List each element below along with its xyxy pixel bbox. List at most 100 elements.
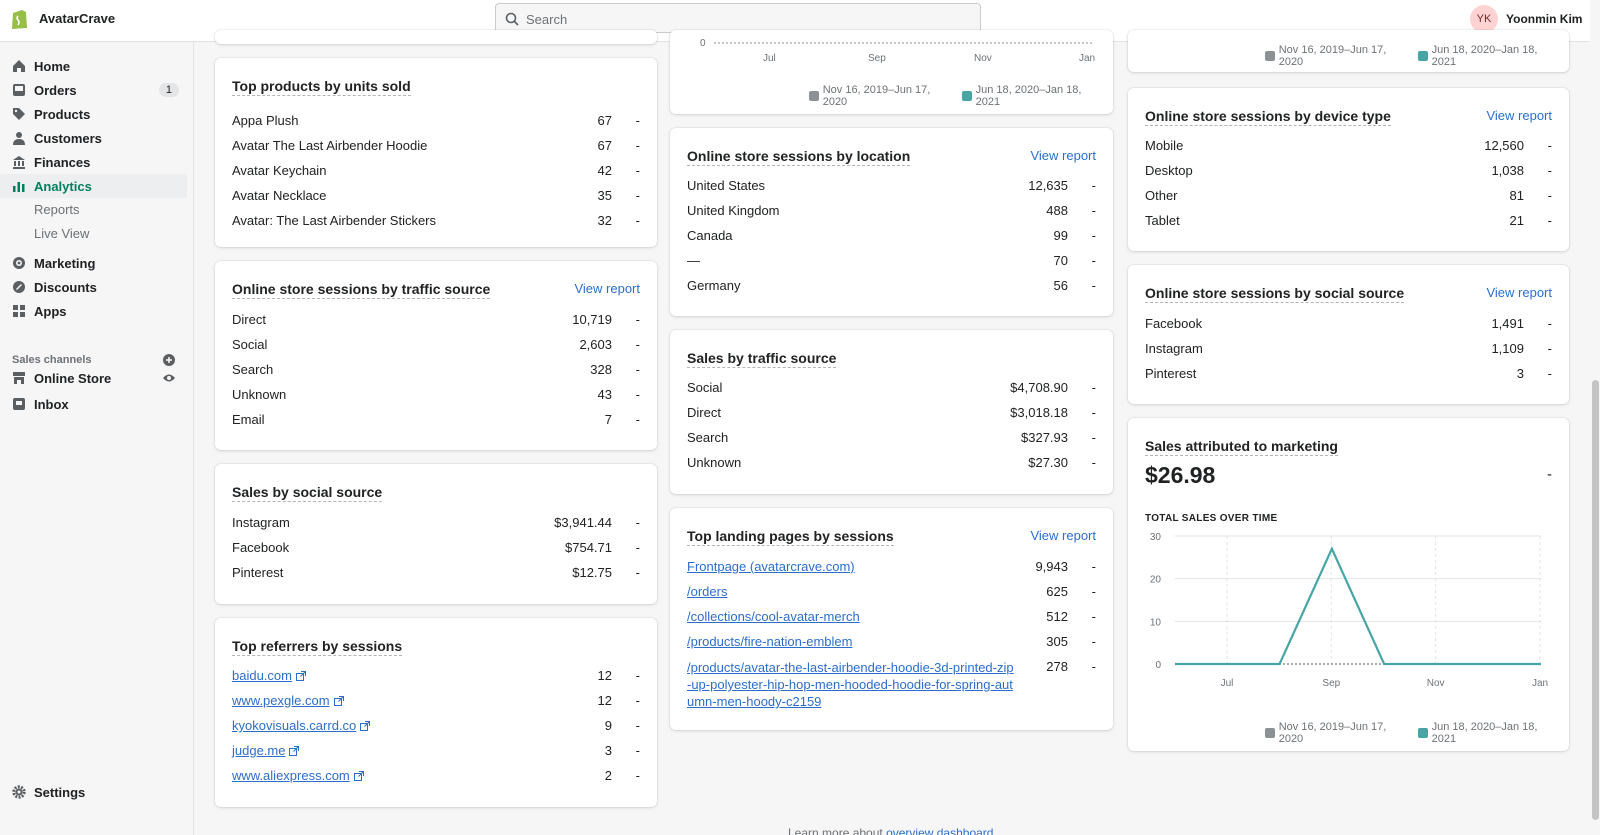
sidebar-item-customers[interactable]: Customers [0,126,187,150]
sidebar-item-analytics[interactable]: Analytics [0,174,187,198]
list-item[interactable]: /orders 625 - [687,584,1096,604]
view-report-link[interactable]: View report [574,281,640,296]
scrollbar[interactable] [1592,380,1599,820]
add-channel-icon[interactable] [163,354,175,366]
row-label-text[interactable]: www.pexgle.com [232,693,330,708]
row-link[interactable]: www.aliexpress.com [232,768,364,783]
external-link-icon[interactable] [289,746,300,756]
row-label: Mobile [1145,138,1183,153]
store-name[interactable]: AvatarCrave [39,11,115,26]
row-change: - [635,693,640,708]
row-change: - [1091,584,1096,599]
row-label-text[interactable]: baidu.com [232,668,292,683]
row-label-text: Other [1145,188,1178,203]
sidebar-item-live-view[interactable]: Live View [34,226,89,241]
row-link[interactable]: www.pexgle.com [232,693,344,708]
list-item[interactable]: www.aliexpress.com 2 - [232,768,640,788]
sidebar-item-products[interactable]: Products [0,102,187,126]
row-value: 278 [1046,659,1068,674]
eye-icon[interactable] [162,373,176,383]
row-value: $12.75 [572,565,612,580]
user-menu[interactable]: YK Yoonmin Kim [1470,5,1582,33]
row-label-text: Germany [687,278,741,293]
external-link-icon[interactable] [353,771,364,781]
view-report-link[interactable]: View report [1486,285,1552,300]
row-change: - [635,163,640,178]
list-item[interactable]: /collections/cool-avatar-merch 512 - [687,609,1096,629]
row-link[interactable]: kyokovisuals.carrd.co [232,718,371,733]
row-link[interactable]: /orders [687,584,727,599]
row-value: 2,603 [579,337,612,352]
sidebar-item-home[interactable]: Home [0,54,187,78]
row-label: United States [687,178,765,193]
card-location-sessions: Online store sessions by location View r… [670,128,1113,316]
row-label-text[interactable]: www.aliexpress.com [232,768,350,783]
sidebar-item-settings[interactable]: Settings [0,780,187,804]
external-link-icon[interactable] [333,696,344,706]
store-icon [13,372,25,384]
row-change: - [1547,341,1552,356]
shopify-logo-icon[interactable] [10,8,28,30]
sidebar-item-apps[interactable]: Apps [0,299,187,323]
sidebar-item-reports[interactable]: Reports [34,202,80,217]
list-item[interactable]: kyokovisuals.carrd.co 9 - [232,718,640,738]
inbox-icon [13,398,25,410]
row-label-text[interactable]: judge.me [232,743,285,758]
row-label: Avatar Necklace [232,188,326,203]
row-label-text[interactable]: kyokovisuals.carrd.co [232,718,356,733]
card-marketing-sales: Sales attributed to marketing $26.98 - T… [1128,418,1569,751]
row-link[interactable]: judge.me [232,743,300,758]
row-link[interactable]: /products/avatar-the-last-airbender-hood… [687,659,1014,710]
row-value: 12,635 [1028,178,1068,193]
row-link[interactable]: /products/fire-nation-emblem [687,634,852,649]
row-value: $27.30 [1028,455,1068,470]
card-landing-pages: Top landing pages by sessions View repor… [670,508,1113,730]
list-item[interactable]: www.pexgle.com 12 - [232,693,640,713]
list-item[interactable]: /products/avatar-the-last-airbender-hood… [687,659,1096,709]
axis-tick-label: Jan [1079,53,1096,64]
sidebar-item-label: Analytics [34,178,92,194]
row-label-text[interactable]: Frontpage (avatarcrave.com) [687,559,855,574]
sidebar-item-inbox[interactable]: Inbox [0,392,187,416]
external-link-icon[interactable] [295,671,306,681]
row-link[interactable]: /collections/cool-avatar-merch [687,609,860,624]
list-item[interactable]: Frontpage (avatarcrave.com) 9,943 - [687,559,1096,579]
external-link-icon[interactable] [360,721,371,731]
row-value: 2 [604,768,612,783]
row-change: - [635,743,640,758]
sidebar-item-orders[interactable]: Orders 1 [0,78,187,102]
row-link-line[interactable]: -up-polyester-hip-hop-men-hooded-hoodie-… [687,676,1014,693]
legend-item-prev: Nov 16, 2019–Jun 17, 2020 [1265,44,1410,68]
row-change: - [635,668,640,683]
row-link[interactable]: baidu.com [232,668,306,683]
list-item: Avatar The Last Airbender Hoodie 67 - [232,138,640,158]
search-input[interactable]: Search [495,3,981,33]
view-report-link[interactable]: View report [1486,108,1552,123]
row-label-text[interactable]: /products/fire-nation-emblem [687,634,852,649]
row-value: 3 [1516,366,1524,381]
row-value: 488 [1046,203,1068,218]
home-icon [13,60,25,72]
list-item[interactable]: judge.me 3 - [232,743,640,763]
chart-legend: Nov 16, 2019–Jun 17, 2020 Jun 18, 2020–J… [1265,721,1569,745]
sidebar-item-online-store[interactable]: Online Store [0,366,187,390]
list-item: Mobile 12,560 - [1145,138,1552,158]
row-link-line[interactable]: umn-men-hoody-c2159 [687,693,1014,710]
row-link[interactable]: Frontpage (avatarcrave.com) [687,559,855,574]
row-link-line[interactable]: /products/avatar-the-last-airbender-hood… [687,659,1014,676]
row-label-text[interactable]: /orders [687,584,727,599]
row-label-text: Instagram [1145,341,1203,356]
overview-dashboard-link[interactable]: overview dashboard [886,826,993,835]
sidebar-item-marketing[interactable]: Marketing [0,251,187,275]
row-label-text: Unknown [687,455,742,470]
list-item[interactable]: baidu.com 12 - [232,668,640,688]
view-report-link[interactable]: View report [1030,528,1096,543]
sidebar-item-discounts[interactable]: Discounts [0,275,187,299]
row-label-text[interactable]: /collections/cool-avatar-merch [687,609,860,624]
sidebar-item-label: Settings [34,784,86,800]
sidebar-item-finances[interactable]: Finances [0,150,187,174]
axis-tick-label: Jul [763,53,776,64]
row-label-text: Search [687,430,729,445]
view-report-link[interactable]: View report [1030,148,1096,163]
list-item[interactable]: /products/fire-nation-emblem 305 - [687,634,1096,654]
